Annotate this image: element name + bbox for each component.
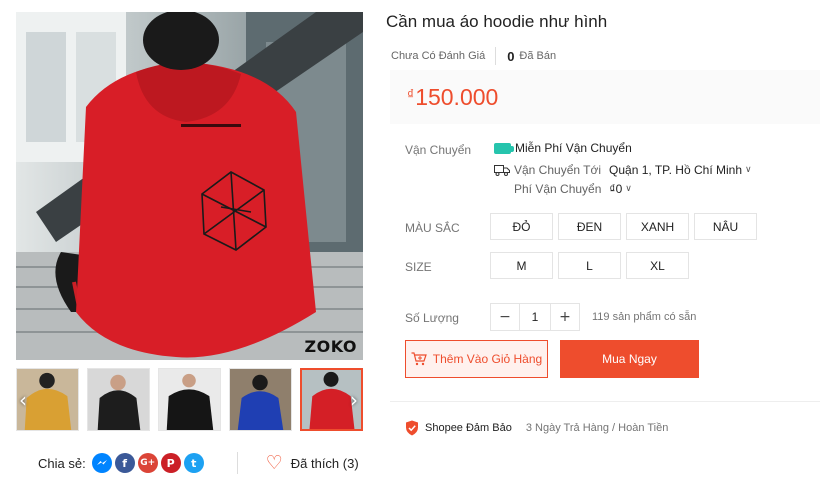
add-to-cart-label: Thêm Vào Giỏ Hàng	[432, 352, 543, 366]
color-option-red[interactable]: ĐỎ	[490, 213, 553, 240]
product-title: Cần mua áo hoodie như hình	[386, 12, 608, 31]
chevron-down-icon[interactable]: ∨	[625, 184, 632, 194]
thumbnail-strip: ‹ ›	[16, 368, 363, 432]
twitter-icon[interactable]: t	[183, 453, 204, 473]
sold-count: 0	[507, 48, 515, 64]
shipping-fee-line: Phí Vận Chuyển ₫0 ∨	[514, 182, 632, 196]
color-label: MÀU SẮC	[405, 221, 460, 235]
messenger-icon[interactable]	[91, 453, 112, 473]
heart-icon[interactable]: ♡	[266, 453, 283, 473]
buy-now-button[interactable]: Mua Ngay	[560, 340, 699, 378]
shipping-fee-label: Phí Vận Chuyển	[514, 182, 602, 196]
quantity-label: Số Lượng	[405, 311, 459, 325]
shopee-guarantee[interactable]: Shopee Đảm Bảo 3 Ngày Trả Hàng / Hoàn Ti…	[405, 420, 668, 436]
currency-symbol: ₫	[407, 86, 415, 102]
guarantee-title: Shopee Đảm Bảo	[425, 422, 512, 434]
thumbnail-4[interactable]	[229, 368, 292, 431]
quantity-stepper: − 1 +	[490, 303, 580, 331]
thumbnail-2[interactable]	[87, 368, 150, 431]
quantity-increase-button[interactable]: +	[551, 304, 579, 330]
quantity-decrease-button[interactable]: −	[491, 304, 519, 330]
thumbnail-next-arrow[interactable]: ›	[346, 390, 362, 412]
share-divider	[236, 452, 238, 474]
google-plus-icon[interactable]: G+	[137, 453, 158, 473]
share-label: Chia sẻ:	[38, 455, 86, 471]
size-option-m[interactable]: M	[490, 252, 553, 279]
size-label: SIZE	[405, 260, 432, 274]
size-option-xl[interactable]: XL	[626, 252, 689, 279]
quantity-input[interactable]: 1	[519, 304, 551, 330]
cart-icon	[411, 352, 427, 366]
sold-label: Đã Bán	[519, 50, 557, 62]
color-option-black[interactable]: ĐEN	[558, 213, 621, 240]
rating-row: Chưa Có Đánh Giá 0 Đã Bán	[391, 47, 556, 65]
thumbnail-3[interactable]	[158, 368, 221, 431]
ship-to-line: Vận Chuyển Tới Quận 1, TP. Hồ Chí Minh ∨	[494, 163, 752, 177]
rating-text[interactable]: Chưa Có Đánh Giá	[391, 50, 485, 62]
facebook-icon[interactable]: f	[114, 453, 135, 473]
price-box: ₫150.000	[390, 70, 820, 124]
size-option-l[interactable]: L	[558, 252, 621, 279]
brand-watermark: ZOKO	[304, 337, 357, 356]
shipping-label: Vận Chuyển	[405, 143, 472, 157]
ship-to-label: Vận Chuyển Tới	[514, 163, 602, 177]
truck-icon	[494, 165, 510, 176]
ship-to-value[interactable]: Quận 1, TP. Hồ Chí Minh	[609, 163, 742, 177]
guarantee-subtitle: 3 Ngày Trả Hàng / Hoàn Tiền	[525, 422, 669, 434]
product-price: ₫150.000	[407, 84, 498, 111]
product-main-image[interactable]: ZOKO	[16, 12, 363, 360]
add-to-cart-button[interactable]: Thêm Vào Giỏ Hàng	[405, 340, 548, 378]
stock-text: 119 sản phẩm có sẵn	[592, 311, 697, 323]
price-value: 150.000	[415, 84, 499, 110]
free-shipping-text: Miễn Phí Vận Chuyển	[515, 141, 632, 155]
thumbnail-prev-arrow[interactable]: ‹	[15, 390, 31, 412]
section-divider	[390, 401, 820, 402]
chevron-down-icon[interactable]: ∨	[745, 165, 752, 175]
shipping-fee-value[interactable]: ₫0	[609, 182, 622, 196]
share-row: Chia sẻ: f G+ P t ♡ Đã thích (3)	[38, 452, 359, 474]
free-shipping-icon	[494, 142, 514, 154]
rating-divider	[495, 47, 497, 65]
liked-count: Đã thích (3)	[290, 455, 359, 471]
pinterest-icon[interactable]: P	[160, 453, 181, 473]
color-option-blue[interactable]: XANH	[626, 213, 689, 240]
color-option-brown[interactable]: NÂU	[694, 213, 757, 240]
shield-icon	[406, 420, 418, 436]
free-shipping-line: Miễn Phí Vận Chuyển	[494, 141, 632, 155]
